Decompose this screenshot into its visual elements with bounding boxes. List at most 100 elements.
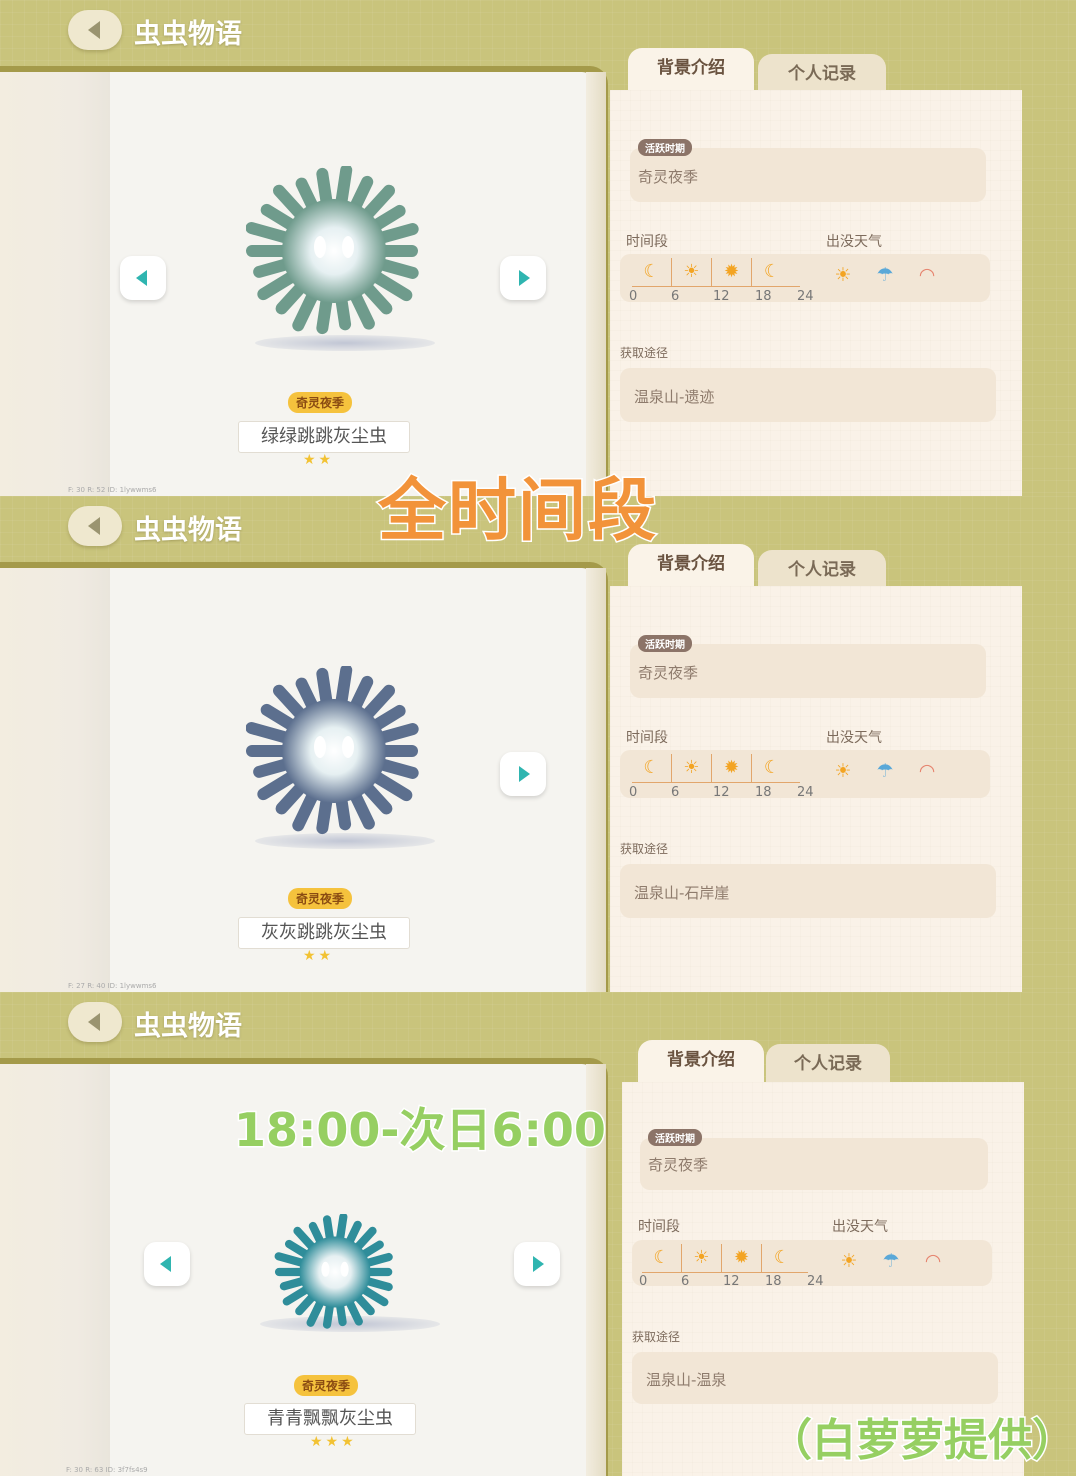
season-tag: 奇灵夜季: [294, 1375, 359, 1396]
dust-bug-illustration: [246, 166, 419, 335]
bug-name: 绿绿跳跳灰尘虫: [238, 421, 410, 453]
app-title: 虫虫物语: [134, 19, 242, 50]
debug-meta: F: 30 R: 52 ID: 1lywwms6: [68, 486, 157, 494]
right-arrow-icon: [519, 270, 530, 286]
back-button[interactable]: [68, 10, 122, 50]
rainbow-icon: ◠: [924, 1250, 942, 1272]
dust-bug-illustration: [274, 1214, 393, 1329]
active-period-value: 奇灵夜季: [648, 1156, 709, 1174]
obtain-route-label: 获取途径: [632, 1330, 681, 1344]
time-tick: 18: [755, 289, 772, 304]
bug-shadow: [255, 335, 435, 351]
back-arrow-icon: [88, 21, 100, 39]
moon-icon: ☾: [642, 1244, 682, 1272]
debug-meta: F: 27 R: 40 ID: 1lywwms6: [68, 982, 157, 990]
time-tick: 24: [797, 785, 814, 800]
sunrise-icon: ☀: [672, 754, 712, 782]
time-axis: [642, 1272, 808, 1273]
time-icons: ☾ ☀ ✹ ☾: [642, 1244, 802, 1272]
time-tick: 12: [713, 785, 730, 800]
annotation-credit: （白萝萝提供）: [767, 1414, 1076, 1468]
time-ticks: 0 6 12 18 24: [639, 1274, 849, 1289]
active-period-value: 奇灵夜季: [638, 664, 699, 682]
left-arrow-icon: [160, 1256, 171, 1272]
sun-icon: ☀: [840, 1250, 858, 1272]
time-tick: 0: [629, 289, 638, 304]
time-tick: 12: [713, 289, 730, 304]
route-value: 温泉山-遗迹: [634, 388, 715, 406]
time-ticks: 0 6 12 18 24: [629, 785, 839, 800]
debug-meta: F: 30 R: 63 ID: 3f7fs4s9: [66, 1466, 148, 1474]
moon-icon: ☾: [632, 754, 672, 782]
time-period-label: 时间段: [626, 730, 668, 746]
time-icons: ☾ ☀ ✹ ☾: [632, 754, 792, 782]
prev-button[interactable]: [120, 256, 166, 300]
back-arrow-icon: [88, 1013, 100, 1031]
app-title: 虫虫物语: [134, 1011, 242, 1042]
weather-label: 出没天气: [832, 1219, 888, 1235]
moon-icon: ☾: [632, 258, 672, 286]
route-value: 温泉山-石岸崖: [634, 884, 730, 902]
time-icons: ☾ ☀ ✹ ☾: [632, 258, 792, 286]
back-button[interactable]: [68, 506, 122, 546]
weather-label: 出没天气: [826, 730, 882, 746]
rainbow-icon: ◠: [918, 264, 936, 286]
route-value: 温泉山-温泉: [646, 1371, 727, 1389]
book-edge: [586, 568, 606, 992]
time-tick: 0: [629, 785, 638, 800]
moon-icon: ☾: [763, 757, 781, 778]
left-arrow-icon: [136, 270, 147, 286]
time-axis: [632, 782, 800, 783]
back-button[interactable]: [68, 1002, 122, 1042]
bug-panel-1: 虫虫物语 奇灵夜季 绿绿跳跳灰尘虫 ★★ F: 30 R: 52 ID: 1ly…: [0, 0, 1076, 496]
rain-cloud-icon: ☂: [882, 1250, 900, 1272]
sunrise-icon: ☀: [682, 1244, 722, 1272]
time-period-label: 时间段: [638, 1219, 680, 1235]
time-tick: 0: [639, 1274, 648, 1289]
moon-icon: ☾: [763, 261, 781, 282]
rainbow-icon: ◠: [918, 760, 936, 782]
weather-label: 出没天气: [826, 234, 882, 250]
sun-icon: ☀: [834, 760, 852, 782]
active-period-badge: 活跃时期: [638, 635, 692, 652]
tab-intro[interactable]: 背景介绍: [628, 48, 754, 90]
rain-cloud-icon: ☂: [876, 760, 894, 782]
next-button[interactable]: [500, 256, 546, 300]
sun-icon: ✹: [722, 1244, 762, 1272]
time-period-label: 时间段: [626, 234, 668, 250]
book-edge: [586, 72, 606, 496]
active-period-value: 奇灵夜季: [638, 168, 699, 186]
bug-name: 灰灰跳跳灰尘虫: [238, 917, 410, 949]
season-tag: 奇灵夜季: [288, 392, 353, 413]
prev-button[interactable]: [144, 1242, 190, 1286]
active-period-badge: 活跃时期: [638, 139, 692, 156]
time-tick: 6: [671, 289, 680, 304]
sunrise-icon: ☀: [672, 258, 712, 286]
time-tick: 18: [765, 1274, 782, 1289]
season-tag: 奇灵夜季: [288, 888, 353, 909]
weather-icons: ☀ ☂ ◠: [830, 264, 940, 286]
sun-icon: ✹: [712, 258, 752, 286]
time-tick: 18: [755, 785, 772, 800]
time-tick: 24: [797, 289, 814, 304]
bug-panel-2: 虫虫物语 奇灵夜季 灰灰跳跳灰尘虫 ★★ F: 27 R: 40 ID: 1ly…: [0, 496, 1076, 992]
tab-intro[interactable]: 背景介绍: [638, 1040, 764, 1082]
time-axis: [632, 286, 800, 287]
annotation-night-hours: 18:00-次日6:00: [233, 1102, 608, 1159]
rarity-stars: ★★: [303, 452, 335, 468]
sun-icon: ✹: [712, 754, 752, 782]
next-button[interactable]: [500, 752, 546, 796]
sun-icon: ☀: [834, 264, 852, 286]
obtain-route-label: 获取途径: [620, 842, 669, 856]
moon-icon: ☾: [773, 1247, 791, 1268]
obtain-route-label: 获取途径: [620, 346, 669, 360]
book-spine: [0, 1064, 110, 1476]
time-ticks: 0 6 12 18 24: [629, 289, 839, 304]
rain-cloud-icon: ☂: [876, 264, 894, 286]
time-tick: 12: [723, 1274, 740, 1289]
next-button[interactable]: [514, 1242, 560, 1286]
bug-name: 青青飘飘灰尘虫: [244, 1403, 416, 1435]
back-arrow-icon: [88, 517, 100, 535]
right-arrow-icon: [533, 1256, 544, 1272]
tab-records[interactable]: 个人记录: [766, 1044, 890, 1086]
